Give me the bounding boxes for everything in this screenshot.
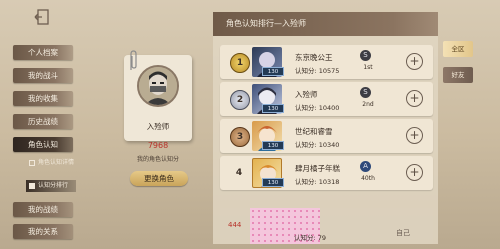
sub-item-label: 认知分排行: [38, 182, 69, 189]
self-label: 自己: [396, 229, 410, 237]
player-tier: 2nd: [362, 101, 374, 108]
menu-item-history-record[interactable]: 历史战绩: [13, 114, 73, 129]
character-portrait: [137, 65, 179, 107]
player-score: 认知分: 10340: [295, 141, 340, 149]
my-cognition-score-label: 我的角色认知分: [136, 156, 179, 163]
player-level-badge: 130: [262, 67, 284, 76]
ranking-panel: 角色认知排行—入殓师 1 130 东京晚公王 认知分: 10575 S 1st …: [213, 12, 438, 244]
change-character-button[interactable]: 更换角色: [130, 171, 188, 186]
menu-item-my-relations[interactable]: 我的关系: [13, 224, 73, 239]
rank-number: 4: [235, 168, 243, 178]
player-level-badge: 130: [262, 104, 284, 113]
player-level-badge: 130: [262, 178, 284, 187]
menu-item-my-achievements[interactable]: 我的战绩: [13, 202, 73, 217]
tier-emblem-icon: A: [360, 161, 371, 172]
sub-item-bullet-icon: [29, 160, 35, 166]
tier-emblem-icon: S: [360, 87, 371, 98]
add-friend-button[interactable]: +: [406, 90, 423, 107]
tier-emblem-icon: S: [360, 50, 371, 61]
rank-badge-silver: 2: [230, 90, 250, 110]
player-name: 入殓师: [295, 90, 318, 99]
menu-item-my-collection[interactable]: 我的收集: [13, 91, 73, 106]
menu-item-profile[interactable]: 个人档案: [13, 45, 73, 60]
player-score: 认知分: 10400: [295, 104, 340, 112]
player-score: 认知分: 10575: [295, 67, 340, 75]
self-score: 认知分: 79: [294, 234, 327, 242]
sub-item-cognition-detail[interactable]: 角色认知详情: [26, 157, 76, 169]
my-cognition-score: 7968: [147, 141, 169, 150]
rank-badge-bronze: 3: [230, 127, 250, 147]
menu-item-my-battles[interactable]: 我的战斗: [13, 68, 73, 83]
add-friend-button[interactable]: +: [406, 127, 423, 144]
self-rank-row: 444 认知分: 79 自己: [220, 208, 433, 244]
player-name: 东京晚公王: [295, 53, 333, 62]
add-friend-button[interactable]: +: [406, 53, 423, 70]
player-level-badge: 130: [262, 141, 284, 150]
player-tier: 1st: [363, 64, 373, 71]
player-name: 世纪和睿雪: [295, 127, 333, 136]
tab-all-server[interactable]: 全区: [443, 41, 473, 57]
ranking-row[interactable]: 3 130 世纪和睿雪 认知分: 10340 +: [220, 119, 433, 153]
player-name: 肆月橘子年糕: [295, 164, 340, 173]
ranking-title: 角色认知排行—入殓师: [226, 19, 306, 28]
tab-friends[interactable]: 好友: [443, 67, 473, 83]
character-card: 入殓师: [124, 50, 192, 141]
ranking-row[interactable]: 1 130 东京晚公王 认知分: 10575 S 1st +: [220, 45, 433, 79]
ranking-row[interactable]: 4 130 肆月橘子年糕 认知分: 10318 A 40th +: [220, 156, 433, 190]
sub-item-label: 角色认知详情: [38, 159, 75, 166]
ranking-panel-header: 角色认知排行—入殓师: [213, 12, 438, 36]
ranking-row[interactable]: 2 130 入殓师 认知分: 10400 S 2nd +: [220, 82, 433, 116]
player-score: 认知分: 10318: [295, 178, 340, 186]
player-tier: 40th: [361, 175, 375, 182]
menu-item-character-cognition[interactable]: 角色认知: [13, 137, 73, 152]
exit-icon[interactable]: [33, 8, 51, 26]
add-friend-button[interactable]: +: [406, 164, 423, 181]
self-rank: 444: [228, 221, 242, 229]
sub-item-bullet-icon: [29, 183, 35, 189]
sub-item-cognition-ranking[interactable]: 认知分排行: [26, 180, 76, 192]
rank-badge-gold: 1: [230, 53, 250, 73]
character-name: 入殓师: [146, 122, 170, 131]
paperclip-icon: [128, 50, 138, 72]
